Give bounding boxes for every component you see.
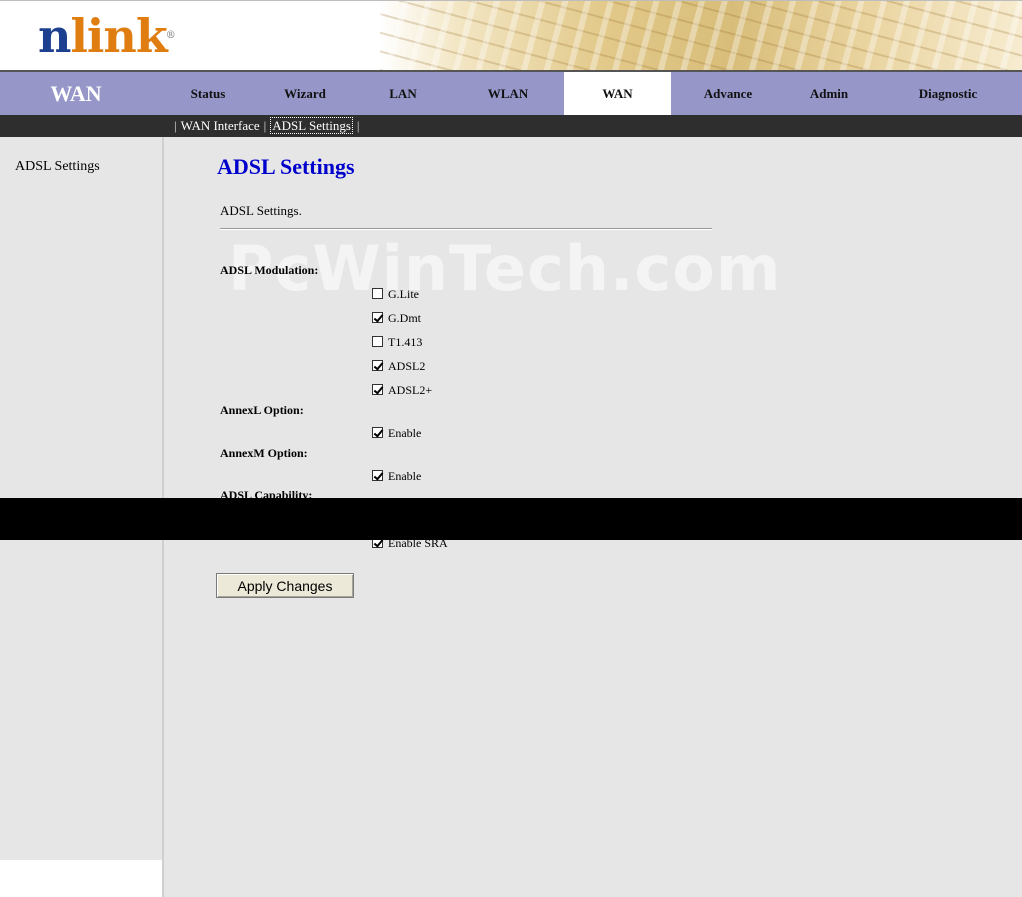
option-t1413: T1.413 <box>372 334 422 350</box>
subnav-separator: | <box>356 118 360 133</box>
tab-diagnostic[interactable]: Diagnostic <box>884 72 1012 115</box>
tab-wan[interactable]: WAN <box>564 72 671 115</box>
annexm-enable-checkbox[interactable] <box>372 470 383 481</box>
adsl2-checkbox[interactable] <box>372 360 383 371</box>
tab-wlan[interactable]: WLAN <box>456 72 560 115</box>
glite-checkbox[interactable] <box>372 288 383 299</box>
logo-n: n <box>38 9 71 63</box>
option-adsl2: ADSL2 <box>372 358 425 374</box>
logo-link: link <box>70 9 167 63</box>
nlink-logo: nlink ® <box>38 13 176 59</box>
page-title: ADSL Settings <box>217 154 355 179</box>
annexm-option-label: AnnexM Option: <box>220 446 308 460</box>
gdmt-checkbox[interactable] <box>372 312 383 323</box>
annexm-enable-label: Enable <box>388 469 422 483</box>
tab-lan[interactable]: LAN <box>350 72 456 115</box>
option-annexl-enable: Enable <box>372 425 421 441</box>
redaction-bar <box>0 498 1022 540</box>
subnav-separator: | <box>174 118 177 133</box>
sidebar-footer <box>0 860 164 897</box>
annexl-enable-checkbox[interactable] <box>372 427 383 438</box>
tab-wizard[interactable]: Wizard <box>250 72 360 115</box>
option-annexm-enable: Enable <box>372 468 421 484</box>
main-nav: WAN Status Wizard LAN WLAN WAN Advance A… <box>0 70 1022 115</box>
header-banner: nlink ® <box>0 0 1022 70</box>
tab-advance[interactable]: Advance <box>676 72 780 115</box>
adsl2plus-label: ADSL2+ <box>388 383 433 397</box>
option-gdmt: G.Dmt <box>372 310 421 326</box>
sidebar-item-adsl-settings[interactable]: ADSL Settings <box>15 159 100 175</box>
sub-nav: | WAN Interface | ADSL Settings | <box>0 115 1022 137</box>
divider <box>220 228 712 230</box>
subnav-adsl-settings[interactable]: ADSL Settings <box>270 117 353 134</box>
page-description: ADSL Settings. <box>220 203 302 218</box>
subnav-wan-interface[interactable]: WAN Interface <box>181 118 260 133</box>
adsl-modulation-label: ADSL Modulation: <box>220 263 319 277</box>
gdmt-label: G.Dmt <box>388 311 421 325</box>
tab-status[interactable]: Status <box>152 72 264 115</box>
glite-label: G.Lite <box>388 287 419 301</box>
registered-mark: ® <box>165 30 176 41</box>
section-title: WAN <box>50 81 102 106</box>
annexl-enable-label: Enable <box>388 426 422 440</box>
subnav-separator: | <box>263 118 267 133</box>
option-adsl2plus: ADSL2+ <box>372 382 432 398</box>
annexl-option-label: AnnexL Option: <box>220 403 304 417</box>
adsl2plus-checkbox[interactable] <box>372 384 383 395</box>
apply-changes-button[interactable]: Apply Changes <box>216 573 354 598</box>
option-glite: G.Lite <box>372 286 419 302</box>
adsl2-label: ADSL2 <box>388 359 426 373</box>
t1413-label: T1.413 <box>388 335 423 349</box>
tab-admin[interactable]: Admin <box>778 72 880 115</box>
header-circuit-graphic <box>380 1 1022 70</box>
t1413-checkbox[interactable] <box>372 336 383 347</box>
